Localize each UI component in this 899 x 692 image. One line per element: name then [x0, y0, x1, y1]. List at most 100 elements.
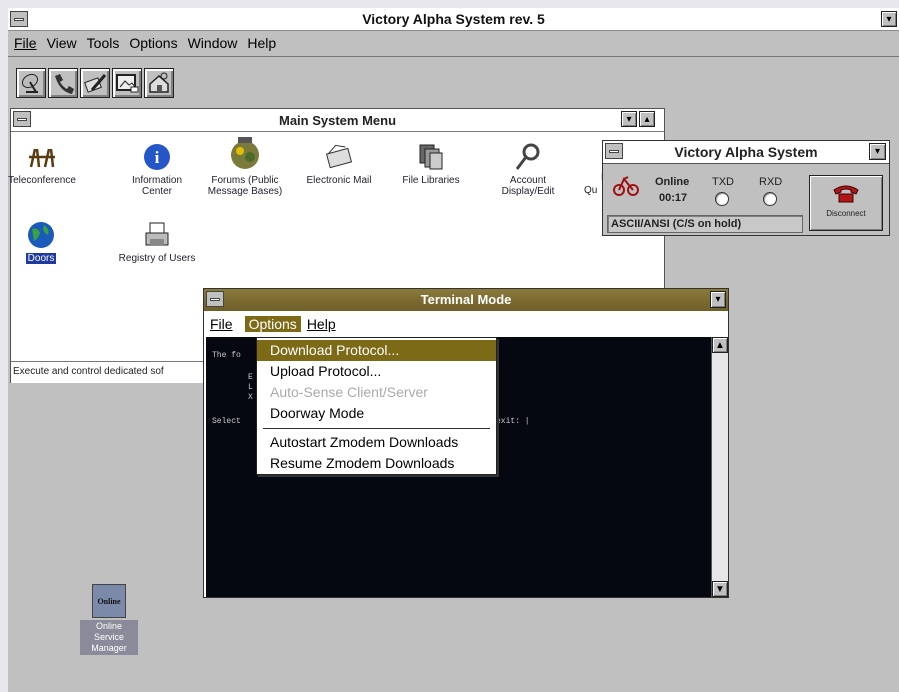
- main-menu-status-text: Execute and control dedicated sof: [13, 366, 164, 377]
- mode-text: ASCII/ANSI (C/S on hold): [611, 218, 742, 230]
- menu-view[interactable]: View: [47, 35, 87, 51]
- electronic-mail-label: Electronic Mail: [306, 175, 372, 186]
- terminal-menu-file[interactable]: File: [210, 316, 245, 332]
- online-service-manager-label: Online Service Manager: [80, 620, 138, 655]
- terminal-minimize-button[interactable]: ▾: [710, 291, 726, 308]
- account-item[interactable]: Account Display/Edit: [485, 141, 571, 197]
- label-line-2: Service: [93, 632, 124, 642]
- terminal-titlebar: Terminal Mode ▾: [204, 289, 728, 311]
- scroll-up-button[interactable]: ▲: [712, 337, 728, 353]
- disconnect-button[interactable]: Disconnect: [809, 175, 883, 231]
- main-menu-minimize-button[interactable]: ▾: [621, 111, 637, 127]
- mode-field: ASCII/ANSI (C/S on hold): [607, 215, 803, 233]
- main-menu-maximize-button[interactable]: ▴: [639, 111, 655, 127]
- txd-indicator: [715, 192, 729, 206]
- globe-icon: [24, 219, 58, 251]
- account-icon: [511, 141, 545, 173]
- app-title: Victory Alpha System rev. 5: [362, 11, 545, 27]
- registry-item[interactable]: Registry of Users: [107, 219, 207, 264]
- terminal-line-3: L: [248, 383, 253, 392]
- teleconference-item[interactable]: Teleconference: [8, 141, 87, 186]
- phone-icon: [833, 185, 859, 203]
- menubar-divider: [8, 56, 899, 57]
- app-titlebar: Victory Alpha System rev. 5 ▾: [8, 8, 899, 31]
- online-badge-text: Online: [97, 596, 121, 606]
- forums-item[interactable]: Forums (Public Message Bases): [197, 135, 293, 197]
- svg-text:i: i: [155, 148, 160, 167]
- account-label: Account Display/Edit: [501, 175, 555, 197]
- disconnect-label: Disconnect: [826, 209, 866, 218]
- telephone-button[interactable]: [48, 68, 78, 98]
- txd-label: TXD: [712, 176, 734, 188]
- terminal-line-5: Select: [212, 417, 241, 426]
- information-center-label: Information Center: [131, 175, 183, 197]
- status-panel-window: Victory Alpha System ▾ Online 00:17 TXD …: [602, 140, 890, 236]
- main-menu-titlebar: Main System Menu ▾ ▴: [11, 109, 664, 132]
- status-panel-title: Victory Alpha System: [674, 144, 818, 160]
- menu-separator: [263, 428, 490, 429]
- terminal-menubar: File Options Help: [210, 314, 346, 334]
- house-button[interactable]: [144, 68, 174, 98]
- house-icon: [149, 72, 169, 93]
- menu-file[interactable]: File: [14, 35, 47, 51]
- satellite-dish-icon: [21, 73, 39, 93]
- status-panel-minimize-button[interactable]: ▾: [869, 143, 886, 160]
- terminal-window: Terminal Mode ▾ File Options Help The fo…: [203, 288, 729, 598]
- online-label: Online: [655, 176, 690, 188]
- auto-sense-item: Auto-Sense Client/Server: [270, 384, 428, 400]
- teleconference-label: Teleconference: [8, 175, 76, 186]
- download-protocol-item[interactable]: Download Protocol...: [257, 340, 496, 361]
- upload-protocol-item[interactable]: Upload Protocol...: [257, 361, 496, 382]
- minimize-button[interactable]: ▾: [881, 11, 897, 27]
- telephone-icon: [55, 74, 74, 94]
- app-menubar: File View Tools Options Window Help: [14, 32, 286, 54]
- bicycle-icon: [613, 176, 639, 196]
- label-line-3: Manager: [91, 643, 127, 653]
- resume-zmodem-item[interactable]: Resume Zmodem Downloads: [257, 453, 496, 474]
- rxd-label: RXD: [759, 176, 783, 188]
- info-icon: i: [140, 141, 174, 173]
- terminal-line-2: E: [248, 373, 253, 382]
- registry-icon: [140, 219, 174, 251]
- electronic-mail-item[interactable]: Electronic Mail: [301, 141, 377, 186]
- image-button[interactable]: [112, 68, 142, 98]
- editor-icon: [84, 74, 107, 93]
- options-dropdown: Download Protocol... Upload Protocol... …: [256, 337, 497, 475]
- file-libraries-item[interactable]: File Libraries: [391, 141, 471, 186]
- online-time: 00:17: [659, 192, 688, 204]
- doors-label: Doors: [25, 253, 57, 264]
- files-icon: [414, 141, 448, 173]
- doors-item[interactable]: Doors: [16, 219, 66, 264]
- doorway-mode-item[interactable]: Doorway Mode: [257, 403, 496, 424]
- image-icon: [116, 74, 139, 93]
- online-service-manager-icon[interactable]: Online Online Service Manager: [80, 584, 138, 655]
- scroll-down-button[interactable]: ▼: [712, 581, 728, 597]
- partial-item-label: Qu: [584, 185, 598, 196]
- terminal-line-4: X: [248, 393, 253, 402]
- forums-icon: [228, 135, 262, 173]
- status-panel-titlebar: Victory Alpha System ▾: [603, 141, 889, 164]
- registry-label: Registry of Users: [118, 253, 196, 264]
- autostart-zmodem-item[interactable]: Autostart Zmodem Downloads: [257, 432, 496, 453]
- terminal-menu-help[interactable]: Help: [307, 316, 346, 332]
- editor-button[interactable]: [80, 68, 110, 98]
- file-libraries-label: File Libraries: [402, 175, 460, 186]
- terminal-exit-prompt: exit: |: [496, 417, 530, 426]
- terminal-menu-options[interactable]: Options: [244, 316, 301, 332]
- menu-tools[interactable]: Tools: [87, 35, 130, 51]
- terminal-title: Terminal Mode: [420, 292, 512, 307]
- teleconference-icon: [25, 141, 59, 173]
- main-menu-title: Main System Menu: [278, 113, 397, 128]
- status-panel-system-icon[interactable]: [605, 143, 623, 159]
- terminal-scrollbar[interactable]: ▲ ▼: [711, 337, 728, 597]
- forums-label: Forums (Public Message Bases): [207, 175, 283, 197]
- menu-help[interactable]: Help: [247, 35, 286, 51]
- terminal-line-1: The fo: [212, 351, 241, 360]
- menu-window[interactable]: Window: [188, 35, 248, 51]
- rxd-indicator: [763, 192, 777, 206]
- desktop: Victory Alpha System rev. 5 ▾ File View …: [8, 8, 899, 692]
- label-line-1: Online: [95, 621, 122, 631]
- menu-options[interactable]: Options: [129, 35, 187, 51]
- satellite-dish-button[interactable]: [16, 68, 46, 98]
- information-center-item[interactable]: i Information Center: [117, 141, 197, 197]
